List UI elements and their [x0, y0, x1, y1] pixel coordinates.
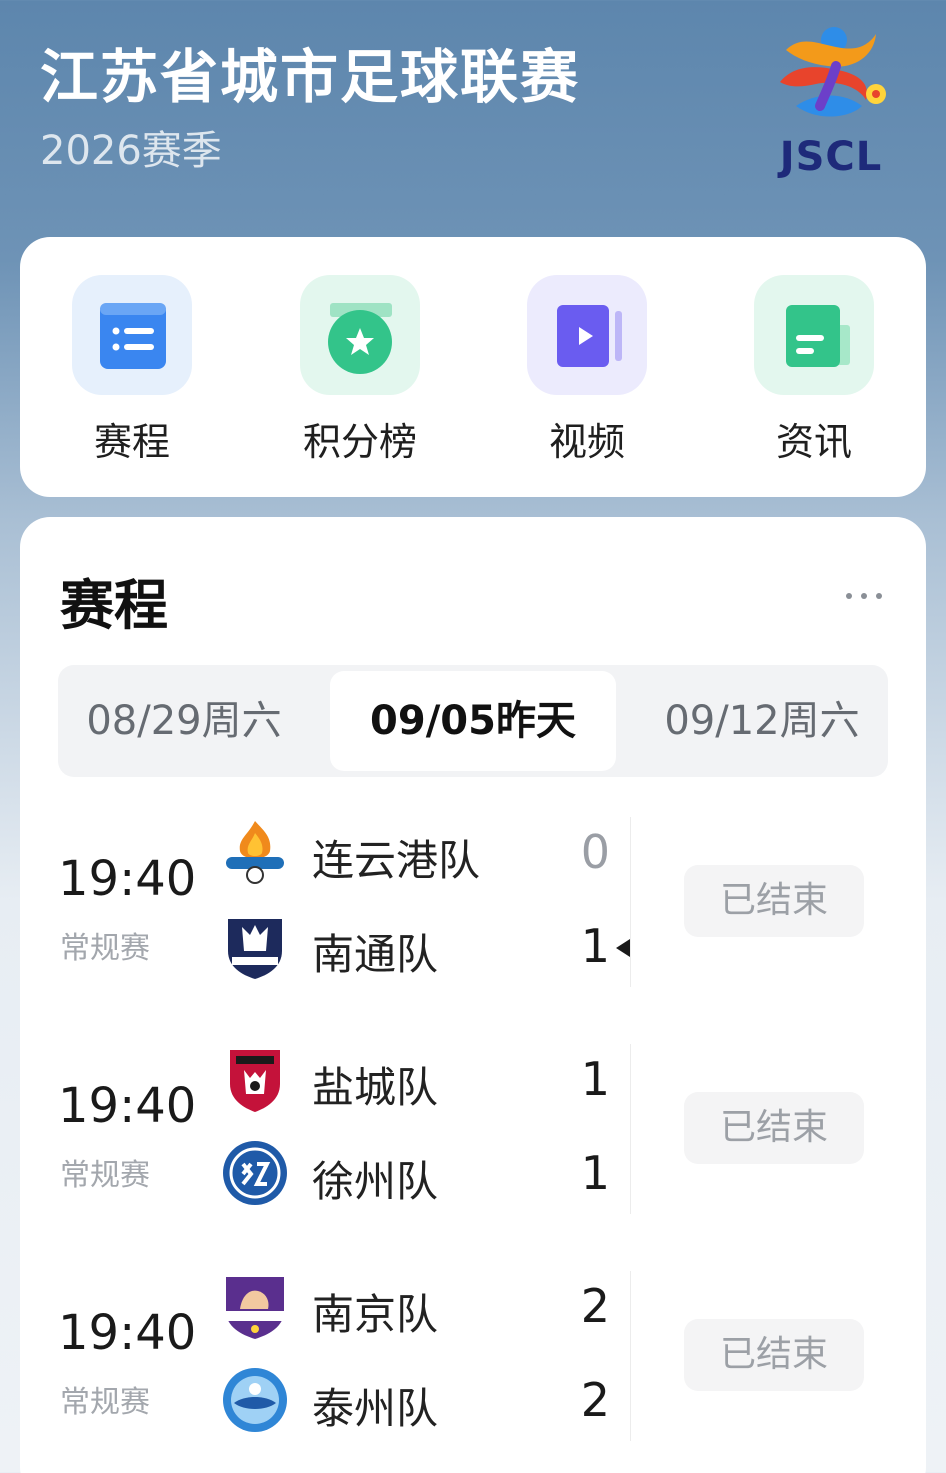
home-score: 2: [580, 1279, 610, 1333]
quick-nav-label: 资讯: [775, 420, 852, 464]
schedule-list-icon: [72, 275, 192, 395]
season-label: 2026赛季: [40, 128, 222, 174]
team-logo-nanjing: [220, 1271, 290, 1341]
away-team-name: 徐州队: [312, 1157, 439, 1206]
team-logo-yancheng: [220, 1044, 290, 1114]
quick-nav-schedule[interactable]: 赛程: [52, 275, 212, 465]
more-dots-icon[interactable]: [844, 591, 884, 603]
league-title: 江苏省城市足球联赛: [40, 43, 581, 111]
away-team-name: 南通队: [312, 930, 439, 979]
news-document-icon: [754, 275, 874, 395]
schedule-title: 赛程: [60, 574, 168, 637]
date-tab-0905[interactable]: 09/05昨天: [330, 671, 616, 771]
match-status-button[interactable]: 已结束: [684, 1092, 864, 1164]
quick-nav-standings[interactable]: 积分榜: [280, 275, 440, 465]
quick-nav-news[interactable]: 资讯: [734, 275, 894, 465]
match-divider: [630, 1044, 631, 1214]
quick-nav-label: 视频: [548, 420, 625, 464]
match-status-button[interactable]: 已结束: [684, 1319, 864, 1391]
league-logo-icon: [780, 27, 886, 117]
match-divider: [630, 817, 631, 987]
match-divider: [630, 1271, 631, 1441]
away-score: 1: [580, 1146, 610, 1200]
winner-indicator-icon: [616, 939, 630, 957]
league-logo: JSCL: [766, 22, 896, 182]
team-logo-taizhou: [220, 1365, 290, 1435]
home-team-name: 南京队: [312, 1290, 439, 1339]
video-play-icon: [527, 275, 647, 395]
home-team-name: 连云港队: [312, 836, 481, 885]
league-logo-text: JSCL: [779, 134, 883, 180]
team-logo-xuzhou: [220, 1138, 290, 1208]
quick-nav-label: 积分榜: [302, 420, 417, 464]
match-row[interactable]: 19:40 常规赛 南京队 2 泰州队 2 已结束: [20, 1271, 926, 1461]
match-status-button[interactable]: 已结束: [684, 865, 864, 937]
away-score: 1: [580, 919, 610, 973]
home-score: 1: [580, 1052, 610, 1106]
away-score: 2: [580, 1373, 610, 1427]
match-time: 19:40: [58, 1305, 197, 1361]
schedule-card: 赛程 08/29周六 09/05昨天 09/12周六 19:40 常规赛 连云港…: [20, 517, 926, 1473]
home-score: 0: [580, 825, 610, 879]
match-row[interactable]: 19:40 常规赛 连云港队 0 南通队 1 已结束: [20, 817, 926, 1007]
home-team-name: 盐城队: [312, 1063, 439, 1112]
quick-nav-label: 赛程: [93, 420, 170, 464]
app-header: 江苏省城市足球联赛 2026赛季 JSCL: [0, 0, 946, 230]
standings-medal-icon: [300, 275, 420, 395]
date-tab-0829[interactable]: 08/29周六: [64, 671, 304, 771]
match-row[interactable]: 19:40 常规赛 盐城队 1 徐州队 1 已结束: [20, 1044, 926, 1234]
away-team-name: 泰州队: [312, 1384, 439, 1433]
team-logo-lianyungang: [220, 817, 290, 887]
quick-nav-video[interactable]: 视频: [507, 275, 667, 465]
match-time: 19:40: [58, 1078, 197, 1134]
match-time: 19:40: [58, 851, 197, 907]
date-tab-0912[interactable]: 09/12周六: [642, 671, 882, 771]
team-logo-nantong: [220, 911, 290, 981]
quick-nav-card: 赛程 积分榜 视频 资讯: [20, 237, 926, 497]
match-type: 常规赛: [60, 1385, 150, 1420]
match-type: 常规赛: [60, 1158, 150, 1193]
match-type: 常规赛: [60, 931, 150, 966]
date-tabs: 08/29周六 09/05昨天 09/12周六: [58, 665, 888, 777]
